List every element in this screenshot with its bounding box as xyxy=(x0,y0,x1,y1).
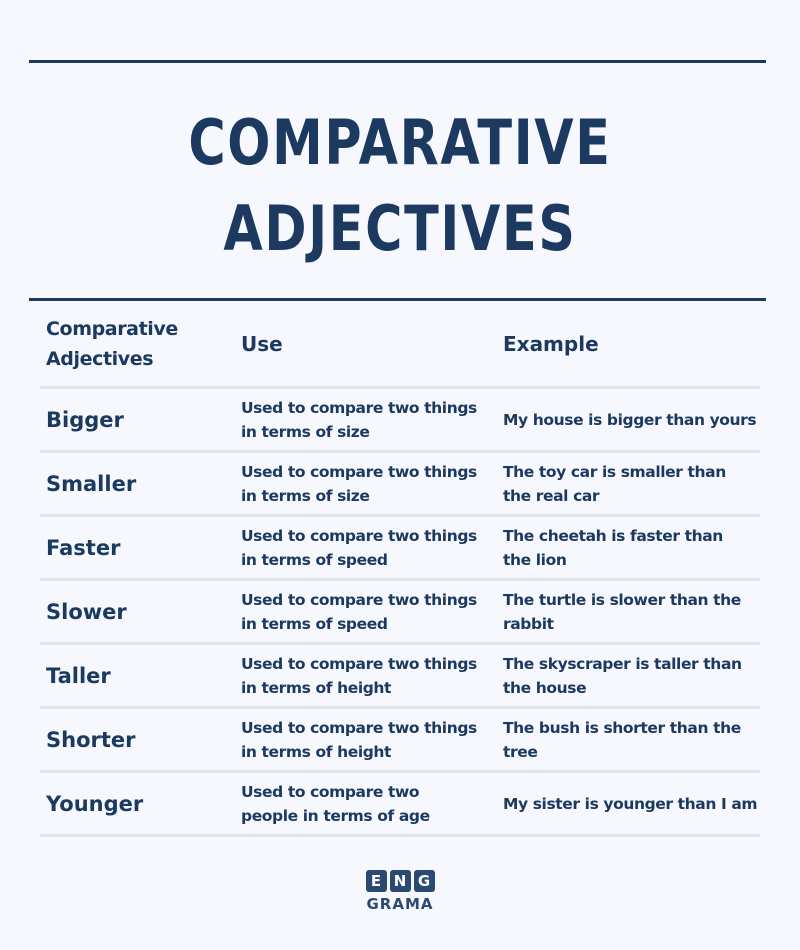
example-cell: The bush is shorter than the tree xyxy=(503,716,760,764)
use-line-1: Used to compare two things xyxy=(241,718,477,737)
header-adjectives-line-1: Comparative xyxy=(46,318,178,340)
table-row: Taller Used to compare two things in terms… xyxy=(40,645,760,709)
use-line-1: Used to compare two things xyxy=(241,654,477,673)
example-line-1: The toy car is smaller than xyxy=(503,462,726,481)
use-line-2: in terms of size xyxy=(241,422,370,441)
adjective-cell: Bigger xyxy=(46,407,124,432)
example-line-2: rabbit xyxy=(503,614,554,633)
example-cell: The skyscraper is taller than the house xyxy=(503,652,760,700)
header-adjectives: Comparative Adjectives xyxy=(40,314,241,374)
header-example: Example xyxy=(503,332,599,356)
adjective-cell: Faster xyxy=(46,535,121,560)
example-line-1: The turtle is slower than the xyxy=(503,590,741,609)
example-line-2: the house xyxy=(503,678,587,697)
example-cell: My house is bigger than yours xyxy=(503,408,760,432)
adjective-cell: Younger xyxy=(46,791,144,816)
table-row: Younger Used to compare two people in term… xyxy=(40,773,760,837)
example-cell: The toy car is smaller than the real car xyxy=(503,460,760,508)
example-line-2: the lion xyxy=(503,550,567,569)
table-row: Bigger Used to compare two things in terms… xyxy=(40,389,760,453)
title-line-2: ADJECTIVES xyxy=(223,192,577,265)
header-rule xyxy=(29,298,766,301)
use-line-1: Used to compare two xyxy=(241,782,420,801)
use-line-2: in terms of size xyxy=(241,486,370,505)
use-cell: Used to compare two things in terms of sp… xyxy=(241,588,503,636)
logo-tile: G xyxy=(413,870,435,892)
top-rule xyxy=(29,60,766,63)
use-line-1: Used to compare two things xyxy=(241,398,477,417)
example-line-1: My sister is younger than I am xyxy=(503,794,758,813)
use-cell: Used to compare two things in terms of he… xyxy=(241,716,503,764)
example-line-2: the real car xyxy=(503,486,600,505)
use-line-1: Used to compare two things xyxy=(241,462,477,481)
title-line-1: COMPARATIVE xyxy=(188,106,612,179)
logo-tile: E xyxy=(365,870,387,892)
header-use: Use xyxy=(241,332,283,356)
example-line-2: tree xyxy=(503,742,538,761)
use-line-2: in terms of height xyxy=(241,742,392,761)
enggrama-logo: E N G GRAMA xyxy=(0,870,800,913)
use-line-2: people in terms of age xyxy=(241,806,430,825)
example-cell: My sister is younger than I am xyxy=(503,792,760,816)
example-line-1: My house is bigger than yours xyxy=(503,410,757,429)
use-cell: Used to compare two things in terms of he… xyxy=(241,652,503,700)
adjective-cell: Slower xyxy=(46,599,127,624)
use-cell: Used to compare two things in terms of sp… xyxy=(241,524,503,572)
use-line-1: Used to compare two things xyxy=(241,526,477,545)
page-title: COMPARATIVE ADJECTIVES xyxy=(72,100,728,272)
use-cell: Used to compare two people in terms of ag… xyxy=(241,780,503,828)
logo-text: GRAMA xyxy=(366,895,434,913)
adjective-cell: Smaller xyxy=(46,471,137,496)
table-row: Faster Used to compare two things in terms… xyxy=(40,517,760,581)
logo-tiles: E N G xyxy=(365,870,435,892)
table-row: Smaller Used to compare two things in term… xyxy=(40,453,760,517)
example-line-1: The bush is shorter than the xyxy=(503,718,741,737)
logo-tile: N xyxy=(389,870,411,892)
adjective-cell: Shorter xyxy=(46,727,136,752)
use-line-2: in terms of speed xyxy=(241,550,388,569)
use-cell: Used to compare two things in terms of si… xyxy=(241,460,503,508)
example-line-1: The skyscraper is taller than xyxy=(503,654,742,673)
header-adjectives-line-2: Adjectives xyxy=(46,348,154,370)
table-row: Slower Used to compare two things in terms… xyxy=(40,581,760,645)
example-line-1: The cheetah is faster than xyxy=(503,526,723,545)
use-cell: Used to compare two things in terms of si… xyxy=(241,396,503,444)
use-line-2: in terms of height xyxy=(241,678,392,697)
comparative-table: Comparative Adjectives Use Example Bigge… xyxy=(40,302,760,837)
example-cell: The turtle is slower than the rabbit xyxy=(503,588,760,636)
use-line-2: in terms of speed xyxy=(241,614,388,633)
table-row: Shorter Used to compare two things in term… xyxy=(40,709,760,773)
adjective-cell: Taller xyxy=(46,663,111,688)
example-cell: The cheetah is faster than the lion xyxy=(503,524,760,572)
use-line-1: Used to compare two things xyxy=(241,590,477,609)
table-header-row: Comparative Adjectives Use Example xyxy=(40,302,760,389)
